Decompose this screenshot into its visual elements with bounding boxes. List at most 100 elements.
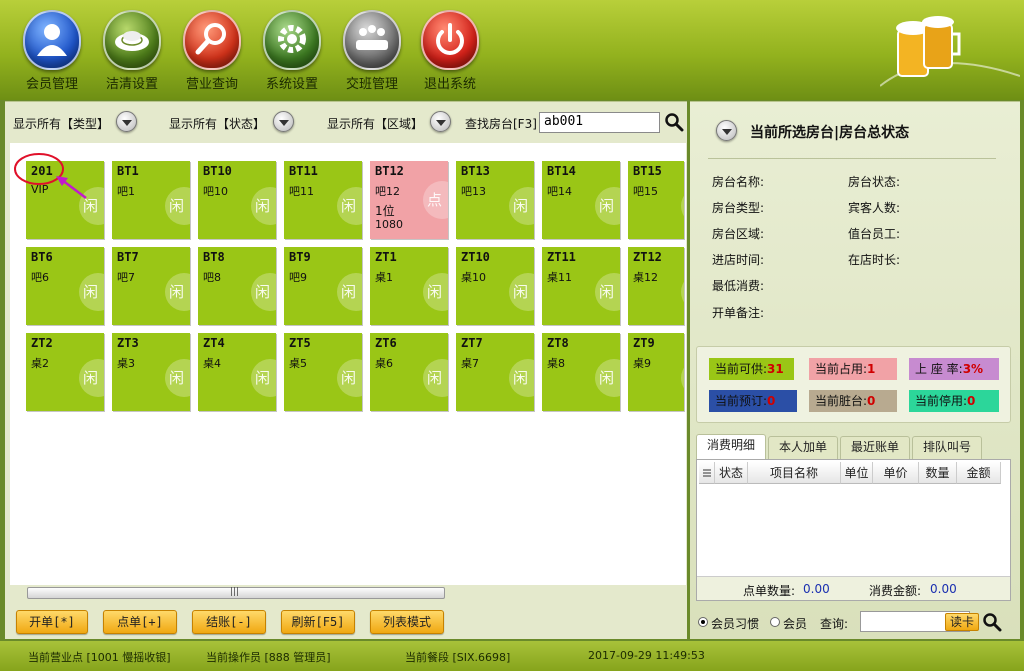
column-item-name[interactable]: 项目名称 (748, 462, 841, 484)
column-status[interactable]: 状态 (715, 462, 748, 484)
member-habit-radio[interactable] (698, 617, 708, 627)
enter-time-label: 进店时间: (712, 253, 765, 267)
column-unit-price[interactable]: 单价 (873, 462, 919, 484)
row-header-icon (699, 462, 715, 484)
room-tile[interactable]: BT15 吧15 闲 (628, 161, 684, 239)
guest-count-label: 宾客人数: (848, 201, 901, 215)
tab-queue[interactable]: 排队叫号 (912, 436, 982, 459)
room-name: 桌6 (375, 357, 393, 370)
member-label: 会员 (783, 617, 808, 631)
tab-my-orders[interactable]: 本人加单 (768, 436, 838, 459)
room-code: BT14 (547, 164, 576, 178)
room-tile[interactable]: BT10 吧10 闲 (198, 161, 276, 239)
read-card-button[interactable]: 读卡 (945, 613, 979, 631)
dirty-label: 当前脏台: (815, 394, 868, 408)
shift-management-button[interactable]: 交班管理 (340, 10, 404, 92)
top-toolbar: 会员管理 洁清设置 营业查询 系统设置 交班管理 退出系统 (0, 0, 1024, 100)
column-quantity[interactable]: 数量 (919, 462, 957, 484)
room-tile[interactable]: BT14 吧14 闲 (542, 161, 620, 239)
room-tile[interactable]: ZT1 桌1 闲 (370, 247, 448, 325)
idle-badge-icon: 闲 (165, 359, 190, 397)
refresh-button[interactable]: 刷新[F5] (281, 610, 355, 634)
room-name: 桌4 (203, 357, 221, 370)
power-icon (421, 10, 479, 70)
member-management-label: 会员管理 (25, 77, 78, 92)
search-icon[interactable] (982, 612, 1002, 632)
business-query-button[interactable]: 营业查询 (180, 10, 244, 92)
tab-recent-bills[interactable]: 最近账单 (840, 436, 910, 459)
idle-badge-icon: 闲 (681, 187, 684, 225)
available-label: 当前可供: (715, 362, 768, 376)
horizontal-scrollbar[interactable]: ||| (27, 587, 445, 599)
room-tile[interactable]: 201 VIP 闲 (26, 161, 104, 239)
system-settings-button[interactable]: 系统设置 (260, 10, 324, 92)
stopped-value: 0 (967, 394, 976, 408)
current-datetime: 2017-09-29 11:49:53 (588, 649, 705, 662)
idle-badge-icon: 闲 (423, 359, 448, 397)
room-tile[interactable]: ZT6 桌6 闲 (370, 333, 448, 411)
room-name: 吧7 (117, 271, 135, 284)
business-query-label: 营业查询 (185, 77, 238, 92)
room-tile[interactable]: ZT7 桌7 闲 (456, 333, 534, 411)
room-name: 桌1 (375, 271, 393, 284)
column-amount[interactable]: 金额 (957, 462, 1001, 484)
status-filter-label: 显示所有【状态】 (169, 117, 266, 131)
room-guests: 1位 (375, 204, 395, 218)
gear-icon (263, 10, 321, 70)
room-tile[interactable]: BT8 吧8 闲 (198, 247, 276, 325)
room-tile[interactable]: BT13 吧13 闲 (456, 161, 534, 239)
list-mode-button[interactable]: 列表模式 (370, 610, 444, 634)
idle-badge-icon: 闲 (509, 359, 534, 397)
room-tile[interactable]: BT6 吧6 闲 (26, 247, 104, 325)
room-tile[interactable]: ZT10 桌10 闲 (456, 247, 534, 325)
room-code: ZT10 (461, 250, 490, 264)
find-room-label: 查找房台[F3] (465, 117, 537, 131)
room-tile[interactable]: ZT4 桌4 闲 (198, 333, 276, 411)
occupied-value: 1 (867, 362, 876, 376)
find-room-input[interactable]: ab001 (539, 112, 660, 133)
status-summary: 当前可供:31 当前占用:1 上 座 率:3% 当前预订:0 当前脏台:0 当前… (696, 346, 1011, 423)
room-tile[interactable]: ZT2 桌2 闲 (26, 333, 104, 411)
column-unit[interactable]: 单位 (841, 462, 873, 484)
room-code: BT11 (289, 164, 318, 178)
open-order-button[interactable]: 开单[*] (16, 610, 88, 634)
idle-badge-icon: 闲 (423, 273, 448, 311)
query-label: 查询: (820, 617, 849, 631)
room-tile[interactable]: ZT3 桌3 闲 (112, 333, 190, 411)
room-tile[interactable]: ZT12 桌12 闲 (628, 247, 684, 325)
add-item-button[interactable]: 点单[+] (103, 610, 177, 634)
room-tile[interactable]: BT9 吧9 闲 (284, 247, 362, 325)
room-tile[interactable]: ZT8 桌8 闲 (542, 333, 620, 411)
room-tile-occupied[interactable]: BT12 吧12 1位 1080 点 (370, 161, 448, 239)
room-code: BT15 (633, 164, 662, 178)
room-name: 吧14 (547, 185, 572, 198)
room-name: 吧8 (203, 271, 221, 284)
clean-settings-button[interactable]: 洁清设置 (100, 10, 164, 92)
info-title: 当前所选房台|房台总状态 (750, 125, 910, 141)
room-tile[interactable]: BT1 吧1 闲 (112, 161, 190, 239)
room-tile[interactable]: ZT5 桌5 闲 (284, 333, 362, 411)
reserved-stat: 当前预订:0 (709, 390, 797, 412)
tab-consumption-detail[interactable]: 消费明细 (696, 434, 766, 459)
occupancy-rate-label: 上 座 率: (915, 362, 963, 376)
exit-system-button[interactable]: 退出系统 (418, 10, 482, 92)
room-tile[interactable]: BT11 吧11 闲 (284, 161, 362, 239)
type-filter-dropdown-icon[interactable] (116, 111, 137, 132)
status-filter-dropdown-icon[interactable] (273, 111, 294, 132)
member-management-button[interactable]: 会员管理 (20, 10, 84, 92)
info-dropdown-icon[interactable] (716, 120, 737, 141)
available-value: 31 (767, 362, 784, 376)
idle-badge-icon: 闲 (337, 273, 362, 311)
area-filter-dropdown-icon[interactable] (430, 111, 451, 132)
room-tile[interactable]: ZT11 桌11 闲 (542, 247, 620, 325)
room-code: BT8 (203, 250, 225, 264)
checkout-button[interactable]: 结账[-] (192, 610, 266, 634)
member-radio[interactable] (770, 617, 780, 627)
search-icon[interactable] (664, 112, 684, 132)
room-tile[interactable]: ZT9 桌9 闲 (628, 333, 684, 411)
filter-bar: 显示所有【类型】 显示所有【状态】 显示所有【区域】 查找房台[F3] ab00… (5, 102, 687, 142)
room-name: 桌7 (461, 357, 479, 370)
room-tile[interactable]: BT7 吧7 闲 (112, 247, 190, 325)
room-name: 吧6 (31, 271, 49, 284)
consumption-table: 状态 项目名称 单位 单价 数量 金额 点单数量: 0.00 消费金额: 0.0… (696, 459, 1011, 601)
